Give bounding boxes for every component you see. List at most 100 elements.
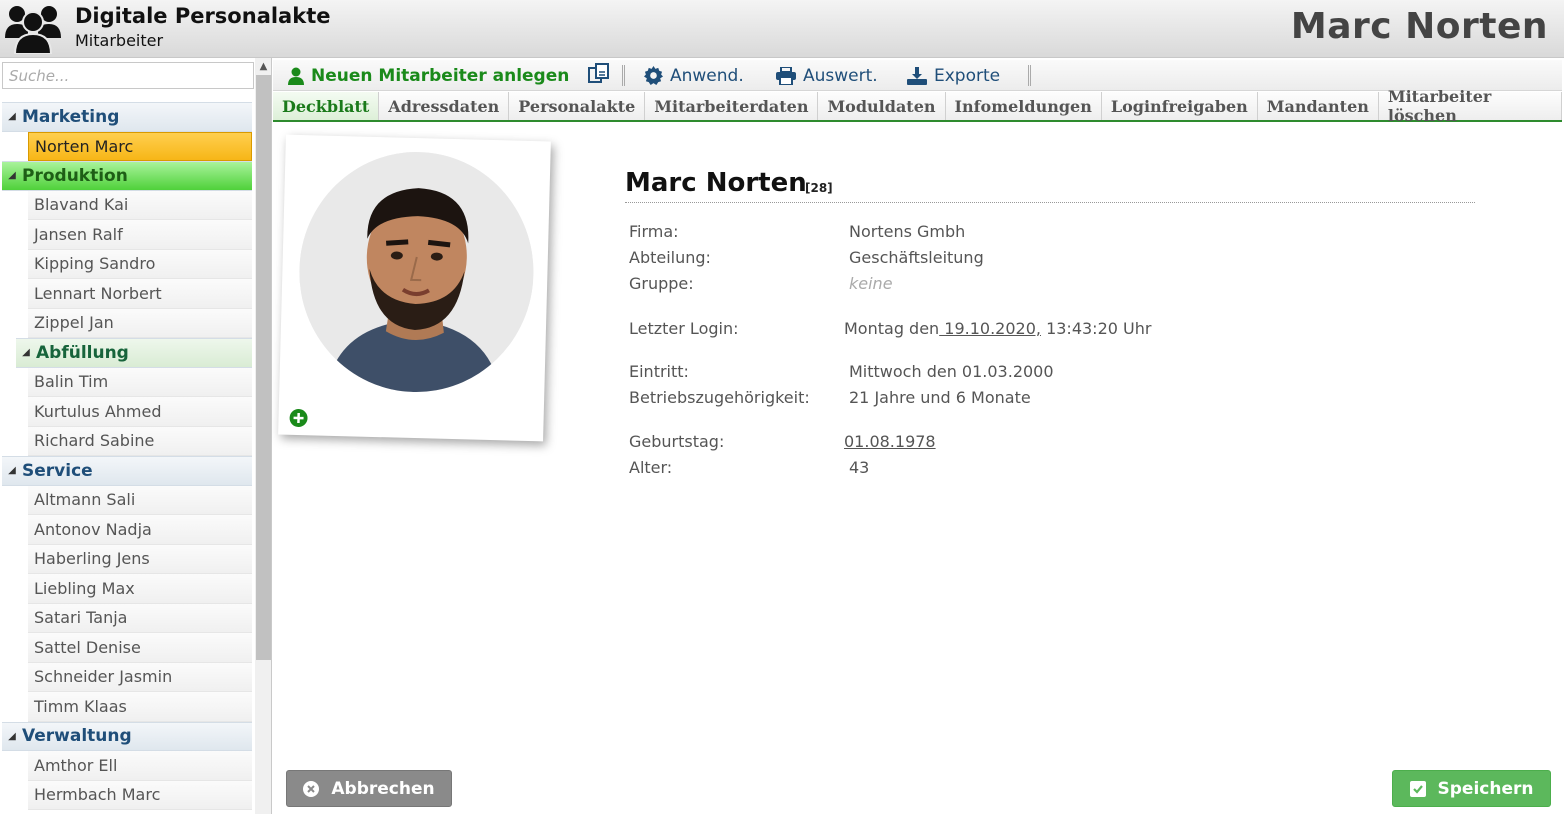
last-login-time: 13:43:20 Uhr: [1040, 319, 1152, 338]
tree-item-employee[interactable]: Lennart Norbert: [28, 279, 252, 309]
last-login-prefix: Montag den: [844, 319, 940, 338]
tab-mandanten[interactable]: Mandanten: [1257, 92, 1379, 120]
tree-item-employee[interactable]: Richard Sabine: [28, 426, 252, 456]
tree-item-employee[interactable]: Antonov Nadja: [28, 515, 252, 545]
toolbar-divider: [622, 65, 625, 86]
sidebar-scrollbar[interactable]: ▲: [255, 58, 271, 814]
download-icon: [907, 66, 927, 85]
tree-item-employee[interactable]: Zippel Jan: [28, 308, 252, 338]
tree-item-employee[interactable]: Amthor Ell: [28, 751, 252, 781]
collapse-triangle-icon[interactable]: ◢: [16, 347, 36, 358]
tree-group[interactable]: ◢ Verwaltung: [2, 721, 252, 751]
tree-group-label: Verwaltung: [22, 726, 132, 747]
copy-button[interactable]: [588, 60, 610, 91]
search-input[interactable]: [2, 62, 254, 89]
tab-mitarbeiter-löschen[interactable]: Mitarbeiter löschen: [1378, 87, 1562, 125]
toolbar-divider: [1028, 65, 1031, 86]
firma-label: Firma:: [629, 222, 679, 241]
tree-item-employee[interactable]: Kurtulus Ahmed: [28, 397, 252, 427]
tree-item-employee[interactable]: Balin Tim: [28, 367, 252, 397]
gruppe-label: Gruppe:: [629, 274, 694, 293]
cancel-button[interactable]: Abbrechen: [286, 770, 452, 807]
tree-group-label: Abfüllung: [36, 342, 129, 363]
sidebar: ◢MarketingNorten Marc◢ProduktionBlavand …: [0, 58, 272, 814]
gruppe-value: keine: [849, 274, 893, 293]
tree-group[interactable]: ◢ Service: [2, 456, 252, 486]
tree-item-employee[interactable]: Blavand Kai: [28, 190, 252, 220]
tree-item-employee[interactable]: Haberling Jens: [28, 544, 252, 574]
add-photo-icon[interactable]: [289, 409, 308, 428]
collapse-triangle-icon[interactable]: ◢: [2, 465, 22, 476]
last-login-label: Letzter Login:: [629, 319, 739, 338]
new-employee-label: Neuen Mitarbeiter anlegen: [311, 65, 570, 86]
tree-item-employee[interactable]: Hermbach Marc: [28, 780, 252, 810]
alter-label: Alter:: [629, 458, 673, 477]
tree-group[interactable]: ◢ Produktion: [2, 161, 252, 191]
tree-group-label: Marketing: [22, 106, 120, 127]
applications-button[interactable]: Anwend.: [644, 60, 744, 91]
betriebszugehoerigkeit-label: Betriebszugehörigkeit:: [629, 388, 810, 407]
tree-group[interactable]: ◢ Abfüllung: [16, 338, 252, 368]
check-square-icon: [1409, 780, 1426, 797]
tree-item-employee[interactable]: Altmann Sali: [28, 485, 252, 515]
collapse-triangle-icon[interactable]: ◢: [2, 170, 22, 181]
app-title: Digitale Personalakte: [75, 4, 331, 28]
tab-moduldaten[interactable]: Moduldaten: [818, 92, 946, 120]
tree-item-employee[interactable]: Schneider Jasmin: [28, 662, 252, 692]
copy-icon: [588, 63, 610, 88]
employee-name: Marc Norten: [625, 168, 807, 198]
toolbar: Neuen Mitarbeiter anlegen Anwend. Auswer…: [273, 60, 1562, 91]
cancel-label: Abbrechen: [331, 778, 435, 799]
geburtstag-value[interactable]: 01.08.1978: [844, 432, 936, 451]
tree-group-label: Produktion: [22, 165, 128, 186]
last-login-value: Montag den 19.10.2020, 13:43:20 Uhr: [844, 319, 1151, 338]
betriebszugehoerigkeit-value: 21 Jahre und 6 Monate: [849, 388, 1031, 407]
tree-item-employee[interactable]: Satari Tanja: [28, 603, 252, 633]
close-circle-icon: [303, 780, 320, 797]
tree-item-employee[interactable]: Timm Klaas: [28, 692, 252, 722]
evaluations-label: Auswert.: [803, 65, 878, 86]
tree-item-employee[interactable]: Jansen Ralf: [28, 220, 252, 250]
tab-adressdaten[interactable]: Adressdaten: [379, 92, 510, 120]
tab-infomeldungen[interactable]: Infomeldungen: [945, 92, 1102, 120]
scroll-up-arrow-icon[interactable]: ▲: [255, 58, 271, 75]
abteilung-value: Geschäftsleitung: [849, 248, 984, 267]
app-header: Digitale Personalakte Mitarbeiter Marc N…: [0, 0, 1564, 58]
tab-mitarbeiterdaten[interactable]: Mitarbeiterdaten: [645, 92, 819, 120]
evaluations-button[interactable]: Auswert.: [776, 60, 878, 91]
exports-label: Exporte: [934, 65, 1001, 86]
tab-deckblatt[interactable]: Deckblatt: [273, 92, 380, 120]
tab-loginfreigaben[interactable]: Loginfreigaben: [1101, 92, 1258, 120]
tree-group-label: Service: [22, 460, 93, 481]
people-group-icon: [5, 6, 61, 54]
new-employee-button[interactable]: Neuen Mitarbeiter anlegen: [288, 60, 569, 91]
eintritt-label: Eintritt:: [629, 362, 689, 381]
abteilung-label: Abteilung:: [629, 248, 711, 267]
save-button[interactable]: Speichern: [1392, 770, 1551, 807]
current-user-name: Marc Norten: [1290, 6, 1548, 47]
tab-bar: Deckblatt Adressdaten Personalakte Mitarbei…: [273, 87, 1562, 125]
employee-tree: ◢ Marketing Norten Marc ◢ Produktion Blavand …: [2, 102, 252, 810]
app-subtitle: Mitarbeiter: [75, 31, 164, 50]
applications-label: Anwend.: [670, 65, 744, 86]
last-login-date[interactable]: 19.10.2020,: [939, 319, 1041, 338]
tree-item-employee[interactable]: Norten Marc: [28, 131, 252, 161]
tree-item-employee[interactable]: Kipping Sandro: [28, 249, 252, 279]
collapse-triangle-icon[interactable]: ◢: [2, 111, 22, 122]
tree-item-employee[interactable]: Liebling Max: [28, 574, 252, 604]
name-divider: [625, 202, 1475, 203]
tree-group[interactable]: ◢ Marketing: [2, 102, 252, 132]
printer-icon: [776, 66, 796, 85]
scroll-thumb[interactable]: [256, 75, 271, 660]
firma-value: Nortens Gmbh: [849, 222, 966, 241]
employee-id: [28]: [805, 181, 833, 195]
collapse-triangle-icon[interactable]: ◢: [2, 731, 22, 742]
tree-item-employee[interactable]: Sattel Denise: [28, 633, 252, 663]
employee-photo: [296, 149, 537, 396]
photo-card: [278, 134, 551, 442]
exports-button[interactable]: Exporte: [907, 60, 1000, 91]
tab-personalakte[interactable]: Personalakte: [509, 92, 646, 120]
user-icon: [288, 67, 304, 85]
save-label: Speichern: [1437, 778, 1534, 799]
alter-value: 43: [849, 458, 870, 477]
